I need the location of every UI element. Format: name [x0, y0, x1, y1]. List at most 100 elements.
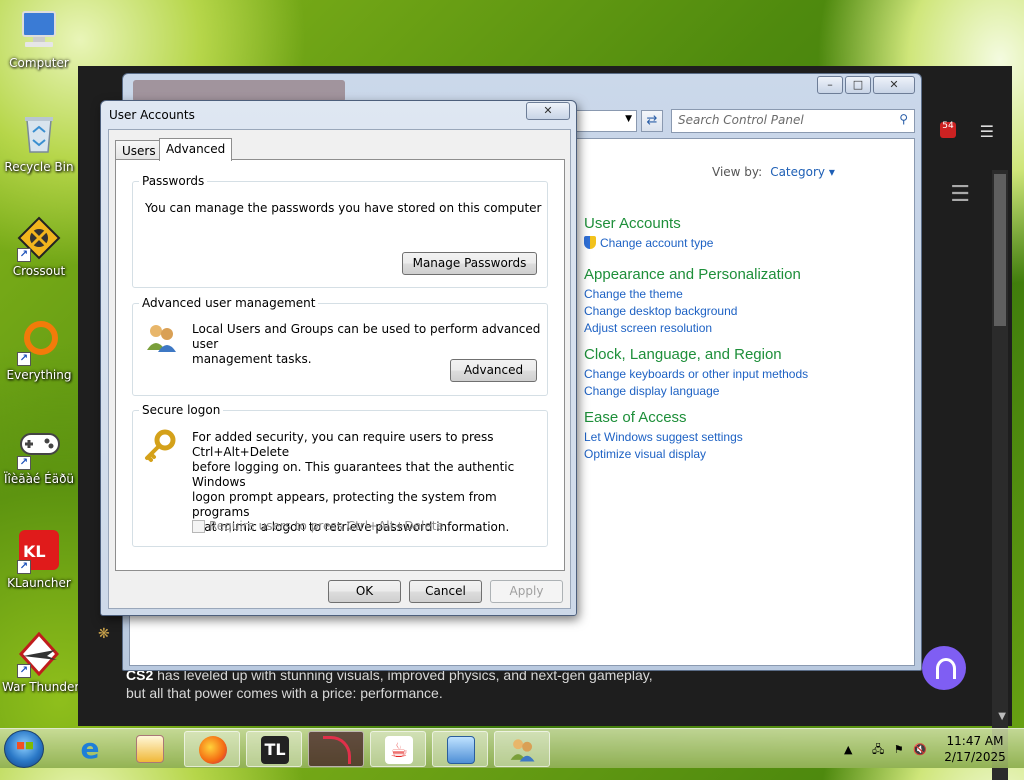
close-button[interactable]: ✕: [873, 76, 915, 94]
taskbar-game-launcher[interactable]: [308, 731, 364, 767]
secure-logon-group: Secure logon For added security, you can…: [132, 403, 548, 547]
desktop-icon-computer[interactable]: Computer: [2, 8, 76, 70]
view-by-label: View by:: [712, 165, 763, 179]
cancel-button[interactable]: Cancel: [409, 580, 482, 603]
category-title[interactable]: Clock, Language, and Region: [584, 346, 808, 363]
start-button[interactable]: [4, 730, 44, 768]
clock-date: 2/17/2025: [944, 750, 1006, 764]
page-menu-icon[interactable]: ☰: [950, 182, 970, 207]
category-title[interactable]: User Accounts: [584, 215, 713, 232]
tab-users[interactable]: Users: [115, 140, 163, 160]
advanced-button[interactable]: Advanced: [450, 359, 537, 382]
control-panel-icon: [447, 736, 475, 764]
category-title[interactable]: Ease of Access: [584, 409, 743, 426]
dialog-title: User Accounts: [109, 108, 195, 122]
category-title[interactable]: Appearance and Personalization: [584, 266, 801, 283]
users-group-icon: [145, 322, 179, 357]
maximize-button[interactable]: □: [845, 76, 871, 94]
browser-scrollbar[interactable]: [992, 170, 1008, 780]
desktop-icon-label: Computer: [9, 56, 69, 70]
tl-launcher-icon: TL: [261, 736, 289, 764]
browser-notification-badge[interactable]: 54: [940, 122, 956, 138]
category-link[interactable]: Optimize visual display: [584, 446, 743, 463]
require-ctrl-alt-del-checkbox[interactable]: [192, 520, 205, 533]
group-heading: Advanced user management: [139, 296, 319, 310]
tl-label: TL: [264, 740, 286, 759]
refresh-button[interactable]: ⇄: [641, 110, 663, 132]
taskbar-control-panel[interactable]: [432, 731, 488, 767]
scrollbar-thumb[interactable]: [994, 174, 1006, 326]
dialog-body: Users Advanced Passwords You can manage …: [108, 129, 571, 609]
taskbar-user-accounts[interactable]: [494, 731, 550, 767]
media-player-icon: [136, 735, 164, 763]
taskbar-java[interactable]: ☕: [370, 731, 426, 767]
system-tray: ▲ 🖧 ⚑ 🔇: [844, 741, 927, 760]
minimize-button[interactable]: –: [817, 76, 843, 94]
search-input[interactable]: Search Control Panel ⚲: [671, 109, 915, 133]
category-link[interactable]: Change desktop background: [584, 303, 801, 320]
volume-muted-icon[interactable]: 🔇: [913, 743, 927, 756]
advanced-tab-panel: Passwords You can manage the passwords y…: [115, 159, 565, 571]
voice-assistant-button[interactable]: [922, 646, 966, 690]
category-clock-language: Clock, Language, and Region Change keybo…: [584, 346, 808, 400]
taskbar: e TL ☕ ▲ 🖧 ⚑ 🔇 11:47 AM 2/17/2025: [0, 728, 1024, 768]
browser-menu-icon[interactable]: ☰: [980, 122, 994, 141]
manage-passwords-button[interactable]: Manage Passwords: [402, 252, 537, 275]
scroll-down-arrow-icon[interactable]: ▼: [998, 711, 1006, 722]
show-hidden-icons-icon[interactable]: ▲: [844, 743, 852, 756]
category-link[interactable]: Adjust screen resolution: [584, 320, 801, 337]
dropdown-arrow-icon[interactable]: ▼: [625, 114, 632, 124]
taskbar-thumbnail-tab[interactable]: [133, 80, 345, 102]
advanced-user-management-group: Advanced user management Local Users and…: [132, 296, 548, 396]
category-ease-of-access: Ease of Access Let Windows suggest setti…: [584, 409, 743, 463]
crossout-icon: ↗: [17, 216, 61, 262]
view-by-dropdown[interactable]: Category ▾: [770, 165, 835, 179]
passwords-description: You can manage the passwords you have st…: [145, 201, 542, 215]
group-heading: Secure logon: [139, 403, 224, 417]
notification-count: 54: [942, 121, 954, 131]
require-ctrl-alt-del-label[interactable]: Require users to press Ctrl+Alt+Delete: [209, 519, 444, 534]
tab-advanced[interactable]: Advanced: [159, 138, 233, 161]
article-snippet: CS2 has leveled up with stunning visuals…: [126, 666, 653, 702]
klauncher-icon: KL ↗: [17, 528, 61, 574]
desktop-icon-label: Ïîèãàé Éäðü: [3, 472, 75, 486]
desktop-icon-label: War Thunder: [2, 680, 80, 694]
java-icon: ☕: [385, 736, 413, 764]
clock[interactable]: 11:47 AM 2/17/2025: [944, 733, 1006, 765]
category-link[interactable]: Change account type: [584, 235, 713, 252]
category-link[interactable]: Change display language: [584, 383, 808, 400]
article-line-2: but all that power comes with a price: p…: [126, 685, 443, 701]
taskbar-tl-launcher[interactable]: TL: [246, 731, 302, 767]
close-button[interactable]: ✕: [526, 102, 570, 120]
category-link[interactable]: Change the theme: [584, 286, 801, 303]
desktop-icon-recycle-bin[interactable]: Recycle Bin: [2, 112, 76, 174]
desktop-icon-everything[interactable]: ↗ Everything: [2, 320, 76, 382]
key-icon: [143, 429, 177, 466]
shortcut-arrow-icon: ↗: [17, 352, 31, 366]
search-icon[interactable]: ⚲: [899, 112, 908, 126]
taskbar-media-player[interactable]: [122, 731, 178, 767]
shortcut-arrow-icon: ↗: [17, 664, 31, 678]
network-icon[interactable]: 🖧: [872, 743, 884, 756]
desktop-icon-klauncher[interactable]: KL ↗ KLauncher: [2, 528, 76, 590]
advanced-description-line-1: Local Users and Groups can be used to pe…: [192, 322, 541, 351]
desktop-icon-games[interactable]: ↗ Ïîèãàé Éäðü: [2, 424, 76, 486]
search-placeholder: Search Control Panel: [678, 113, 804, 127]
uac-shield-icon: [584, 236, 596, 249]
desktop-icon-war-thunder[interactable]: ↗ War Thunder: [2, 631, 80, 694]
category-link[interactable]: Let Windows suggest settings: [584, 429, 743, 446]
war-thunder-icon: ↗: [17, 631, 61, 678]
internet-explorer-icon: e: [80, 732, 100, 765]
ok-button[interactable]: OK: [328, 580, 401, 603]
passwords-group: Passwords You can manage the passwords y…: [132, 174, 548, 288]
desktop-icon-crossout[interactable]: ↗ Crossout: [2, 216, 76, 278]
apply-button[interactable]: Apply: [490, 580, 563, 603]
category-appearance: Appearance and Personalization Change th…: [584, 266, 801, 337]
category-link[interactable]: Change keyboards or other input methods: [584, 366, 808, 383]
taskbar-firefox[interactable]: [184, 731, 240, 767]
game-launcher-icon: [323, 736, 351, 764]
gift-icon: ❋: [98, 626, 110, 642]
shortcut-arrow-icon: ↗: [17, 560, 31, 574]
action-center-flag-icon[interactable]: ⚑: [894, 743, 904, 756]
taskbar-internet-explorer[interactable]: e: [62, 731, 118, 767]
